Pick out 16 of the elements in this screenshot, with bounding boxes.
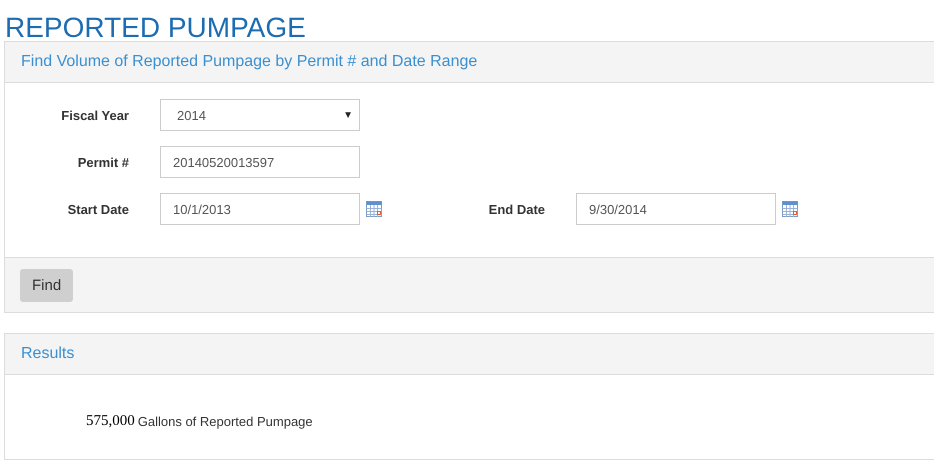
page-title: REPORTED PUMPAGE xyxy=(4,11,307,41)
calendar-icon[interactable] xyxy=(366,201,382,217)
year-dropdown[interactable]: 2014 ▼ xyxy=(160,99,360,131)
date-field[interactable]: 9/30/2014 xyxy=(576,193,776,225)
input-field[interactable]: 20140520013597 xyxy=(160,146,360,178)
date-field[interactable]: 10/1/2013 xyxy=(160,193,360,225)
panel-title: Results xyxy=(21,345,74,363)
volume-amount: 575,000 xyxy=(86,412,135,430)
panel-title: Find Volume of Reported Pumpage by Permit # and Date Range xyxy=(21,53,478,71)
volume-unit-label: Gallons of Reported Pumpage xyxy=(138,414,313,428)
field-label: End Date xyxy=(488,202,545,216)
field-label: Permit # xyxy=(76,154,129,170)
find-button[interactable]: Find xyxy=(20,268,74,302)
field-label: Start Date xyxy=(66,202,129,216)
calendar-icon[interactable] xyxy=(782,201,798,217)
field-label: Fiscal Year xyxy=(60,108,129,122)
